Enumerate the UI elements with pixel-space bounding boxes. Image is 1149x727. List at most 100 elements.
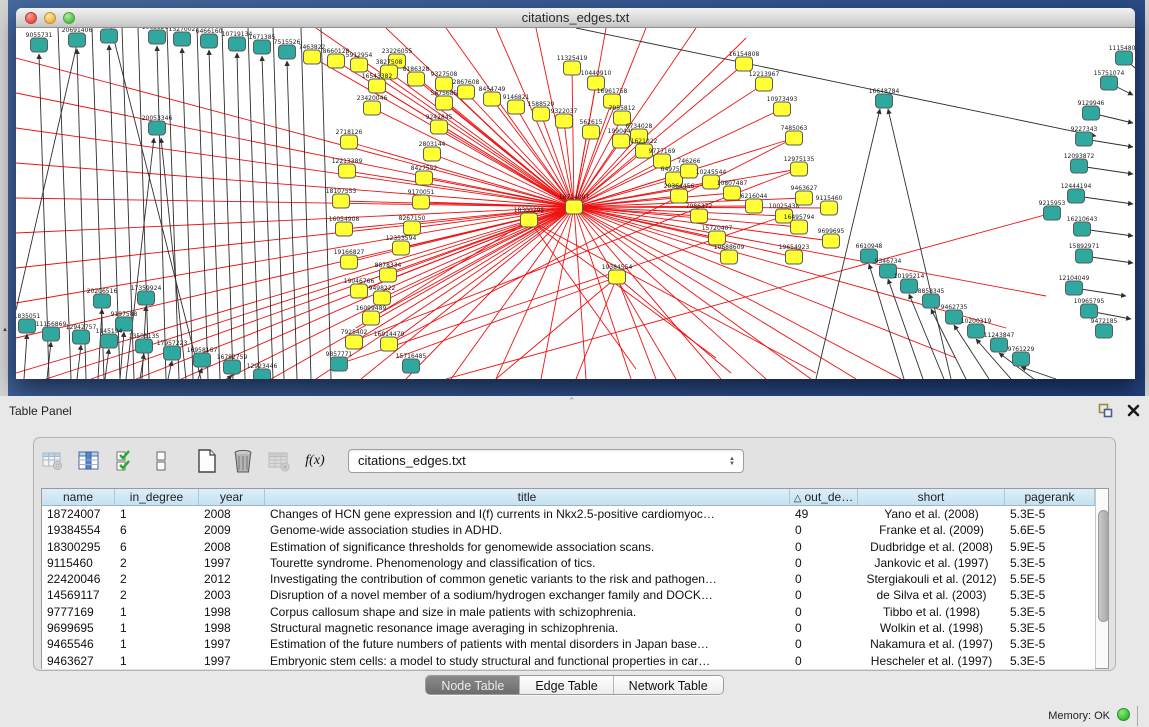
column-header-short[interactable]: short (858, 489, 1005, 505)
graph-node[interactable]: 16543382 (362, 73, 393, 93)
table-cell[interactable]: 0 (790, 539, 858, 555)
table-cell[interactable]: Estimation of the future numbers of pati… (265, 636, 790, 652)
graph-edge[interactable] (446, 213, 1052, 379)
graph-node[interactable]: 9215953 (1039, 200, 1066, 220)
graph-node[interactable]: 8186328 (403, 66, 430, 86)
table-cell[interactable]: 18300295 (42, 539, 115, 555)
table-cell[interactable]: 5.3E-5 (1005, 555, 1095, 571)
graph-edge[interactable] (222, 28, 233, 379)
table-cell[interactable]: 1 (115, 620, 199, 636)
graph-node[interactable]: 6466160 (196, 28, 223, 48)
table-cell[interactable]: Nakamura et al. (1997) (858, 636, 1005, 652)
table-cell[interactable]: Tourette syndrome. Phenomenology and cla… (265, 555, 790, 571)
table-cell[interactable]: 5.3E-5 (1005, 604, 1095, 620)
table-cell[interactable]: 0 (790, 522, 858, 538)
table-cell[interactable]: 5.9E-5 (1005, 539, 1095, 555)
graph-node[interactable]: 9227343 (1071, 126, 1098, 146)
table-cell[interactable]: Stergiakouli et al. (2012) (858, 571, 1005, 587)
graph-node[interactable]: 7925402 (341, 329, 368, 349)
table-cell[interactable]: Yano et al. (2008) (858, 506, 1005, 522)
table-cell[interactable]: Wolkin et al. (1998) (858, 620, 1005, 636)
graph-edge[interactable] (182, 48, 193, 379)
column-header-out_de[interactable]: △out_de… (790, 489, 858, 505)
table-cell[interactable]: 1998 (199, 620, 265, 636)
table-cell[interactable]: 5.3E-5 (1005, 653, 1095, 669)
scrollbar-thumb[interactable] (1098, 510, 1109, 622)
table-settings-icon[interactable] (38, 446, 68, 476)
graph-node[interactable]: 12942757 (66, 324, 97, 344)
graph-edge[interactable] (138, 28, 149, 379)
graph-edge[interactable] (888, 109, 951, 379)
table-cell[interactable]: Changes of HCN gene expression and I(f) … (265, 506, 790, 522)
table-select[interactable]: citations_edges.txt ▲▼ (348, 449, 744, 473)
graph-node[interactable]: 9463627 (791, 185, 818, 205)
graph-node[interactable]: 9055731 (26, 32, 53, 52)
table-cell[interactable]: 5.5E-5 (1005, 571, 1095, 587)
graph-node[interactable]: 9129946 (1078, 100, 1105, 120)
table-cell[interactable]: 5.3E-5 (1005, 506, 1095, 522)
table-cell[interactable]: 9777169 (42, 604, 115, 620)
graph-node[interactable]: 12213389 (332, 158, 363, 178)
column-header-title[interactable]: title (265, 489, 790, 505)
table-cell[interactable]: 2003 (199, 587, 265, 603)
table-row[interactable]: 977716911998Corpus callosum shape and si… (42, 604, 1095, 620)
table-cell[interactable]: 1 (115, 636, 199, 652)
column-header-pagerank[interactable]: pagerank (1005, 489, 1095, 505)
table-cell[interactable]: 2008 (199, 506, 265, 522)
table-cell[interactable]: 0 (790, 587, 858, 603)
table-cell[interactable]: 1997 (199, 653, 265, 669)
function-builder-icon[interactable]: f(x) (300, 446, 330, 476)
table-cell[interactable]: 6 (115, 539, 199, 555)
table-cell[interactable]: 5.3E-5 (1005, 587, 1095, 603)
table-cell[interactable]: Corpus callosum shape and size in male p… (265, 604, 790, 620)
graph-node[interactable]: 20053346 (142, 115, 173, 135)
table-cell[interactable]: Disruption of a novel member of a sodium… (265, 587, 790, 603)
graph-node[interactable]: 5675685 (431, 90, 458, 110)
table-cell[interactable]: Franke et al. (2009) (858, 522, 1005, 538)
table-row[interactable]: 946362711997Embryonic stem cells: a mode… (42, 653, 1095, 669)
graph-edge[interactable] (209, 50, 220, 379)
graph-node[interactable]: 20364456 (664, 183, 695, 203)
table-cell[interactable]: 2 (115, 587, 199, 603)
table-cell[interactable]: 5.6E-5 (1005, 522, 1095, 538)
select-all-icon[interactable] (110, 446, 140, 476)
graph-edge[interactable] (228, 375, 232, 379)
graph-node[interactable]: 6216044 (741, 193, 768, 213)
table-row[interactable]: 1456911722003Disruption of a novel membe… (42, 587, 1095, 603)
graph-edge[interactable] (576, 28, 1096, 136)
table-cell[interactable]: 9115460 (42, 555, 115, 571)
table-cell[interactable]: 18724007 (42, 506, 115, 522)
graph-node[interactable]: 12213967 (749, 71, 780, 91)
table-cell[interactable]: 0 (790, 620, 858, 636)
graph-node[interactable]: 1527002 (169, 28, 196, 46)
graph-node[interactable]: 16648784 (869, 88, 900, 108)
graph-edge[interactable] (617, 277, 656, 379)
table-cell[interactable]: 22420046 (42, 571, 115, 587)
graph-edge[interactable] (24, 334, 27, 379)
graph-edge[interactable] (16, 198, 574, 207)
table-cell[interactable]: 0 (790, 604, 858, 620)
table-cell[interactable]: Jankovic et al. (1997) (858, 555, 1005, 571)
graph-edge[interactable] (572, 68, 574, 207)
graph-edge[interactable] (262, 56, 273, 379)
graph-node[interactable]: 11154808 (1109, 45, 1135, 65)
graph-node[interactable]: 20691406 (62, 28, 93, 47)
unselect-all-icon[interactable] (146, 446, 176, 476)
graph-edge[interactable] (16, 93, 574, 207)
graph-node[interactable]: 23420046 (357, 95, 388, 115)
graph-node[interactable]: 1671385 (249, 34, 276, 54)
graph-node[interactable]: 12093872 (1064, 153, 1095, 173)
table-row[interactable]: 969969511998Structural magnetic resonanc… (42, 620, 1095, 636)
table-cell[interactable]: 9465546 (42, 636, 115, 652)
graph-edge[interactable] (529, 220, 636, 369)
column-header-year[interactable]: year (199, 489, 265, 505)
table-cell[interactable]: 2012 (199, 571, 265, 587)
graph-node[interactable]: 9170051 (408, 189, 435, 209)
graph-edge[interactable] (16, 207, 574, 233)
graph-edge[interactable] (16, 44, 77, 310)
table-cell[interactable]: 0 (790, 555, 858, 571)
table-cell[interactable]: Hescheler et al. (1997) (858, 653, 1005, 669)
graph-edge[interactable] (105, 349, 109, 379)
graph-node[interactable]: 19654923 (779, 244, 810, 264)
window-titlebar[interactable]: citations_edges.txt (16, 8, 1135, 28)
